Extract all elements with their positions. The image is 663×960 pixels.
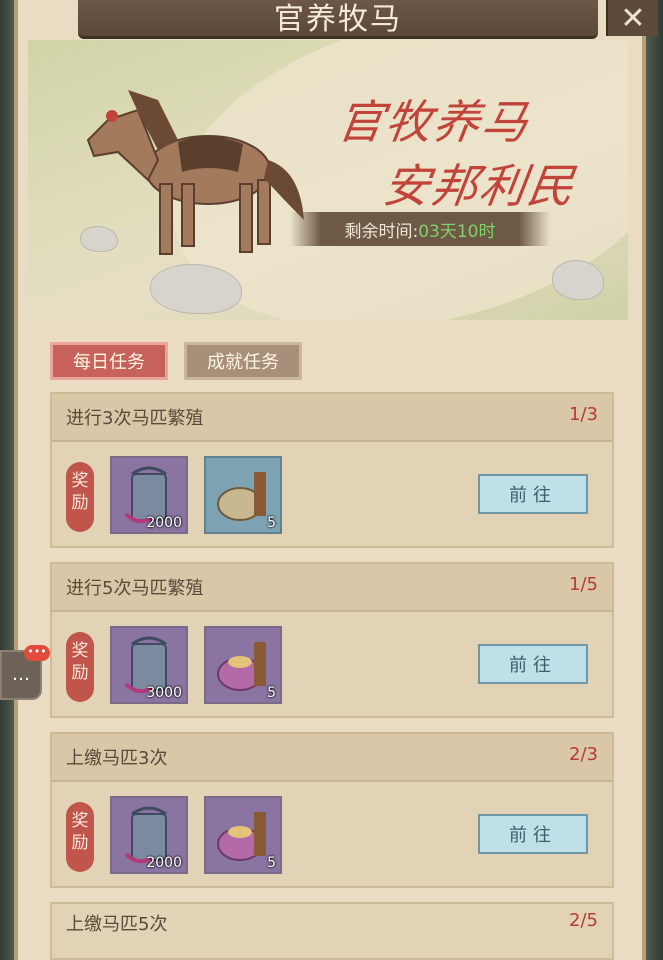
reward-quantity: 5 bbox=[267, 515, 276, 531]
background-map-right bbox=[643, 0, 663, 960]
task-header: 进行3次马匹繁殖 1/3 bbox=[52, 394, 612, 442]
task-progress: 2/5 bbox=[569, 910, 598, 931]
reward-quantity: 2000 bbox=[146, 515, 182, 531]
chat-icon: … bbox=[12, 664, 30, 685]
horse-illustration bbox=[86, 90, 304, 255]
remaining-time-label: 剩余时间: bbox=[344, 221, 419, 242]
close-icon: ✕ bbox=[620, 0, 646, 36]
event-banner: 官牧养马 安邦利民 剩余时间: 03天10时 bbox=[28, 40, 628, 320]
task-progress: 1/5 bbox=[569, 574, 598, 595]
reward-label: 奖励 bbox=[66, 802, 94, 872]
task-name: 上缴马匹3次 bbox=[66, 748, 168, 769]
remaining-time: 剩余时间: 03天10时 bbox=[290, 212, 550, 246]
close-button[interactable]: ✕ bbox=[606, 0, 658, 36]
reward-quantity: 5 bbox=[267, 855, 276, 871]
reward-quantity: 3000 bbox=[146, 685, 182, 701]
reward-item[interactable]: 2000 bbox=[110, 796, 188, 874]
task-progress: 1/3 bbox=[569, 404, 598, 425]
reward-item[interactable]: 5 bbox=[204, 626, 282, 704]
go-button[interactable]: 前往 bbox=[478, 814, 588, 854]
go-button[interactable]: 前往 bbox=[478, 644, 588, 684]
task-name: 上缴马匹5次 bbox=[66, 914, 168, 935]
title-bar: 官养牧马 bbox=[78, 0, 598, 39]
slogan-line-1: 官牧养马 bbox=[333, 95, 534, 149]
task-card: 上缴马匹5次 2/5 bbox=[50, 902, 614, 960]
reward-item[interactable]: 5 bbox=[204, 796, 282, 874]
slogan-line-2: 安邦利民 bbox=[379, 159, 580, 213]
reward-item[interactable]: 3000 bbox=[110, 626, 188, 704]
reward-quantity: 5 bbox=[267, 685, 276, 701]
reward-item[interactable]: 5 bbox=[204, 456, 282, 534]
tab-achievement-tasks[interactable]: 成就任务 bbox=[184, 342, 302, 380]
chat-notification-badge: ••• bbox=[24, 645, 50, 661]
task-card: 进行3次马匹繁殖 1/3 奖励 2000 5 前往 bbox=[50, 392, 614, 548]
remaining-time-value: 03天10时 bbox=[418, 221, 496, 242]
reward-label: 奖励 bbox=[66, 632, 94, 702]
task-card: 进行5次马匹繁殖 1/5 奖励 3000 5 前往 bbox=[50, 562, 614, 718]
task-header: 上缴马匹3次 2/3 bbox=[52, 734, 612, 782]
task-header: 进行5次马匹繁殖 1/5 bbox=[52, 564, 612, 612]
task-name: 进行3次马匹繁殖 bbox=[66, 408, 204, 429]
page-title: 官养牧马 bbox=[274, 2, 402, 37]
reward-label: 奖励 bbox=[66, 462, 94, 532]
go-button[interactable]: 前往 bbox=[478, 474, 588, 514]
reward-item[interactable]: 2000 bbox=[110, 456, 188, 534]
task-card: 上缴马匹3次 2/3 奖励 2000 5 前往 bbox=[50, 732, 614, 888]
reward-quantity: 2000 bbox=[146, 855, 182, 871]
tab-daily-tasks[interactable]: 每日任务 bbox=[50, 342, 168, 380]
stone bbox=[552, 260, 604, 300]
task-progress: 2/3 bbox=[569, 744, 598, 765]
task-name: 进行5次马匹繁殖 bbox=[66, 578, 204, 599]
